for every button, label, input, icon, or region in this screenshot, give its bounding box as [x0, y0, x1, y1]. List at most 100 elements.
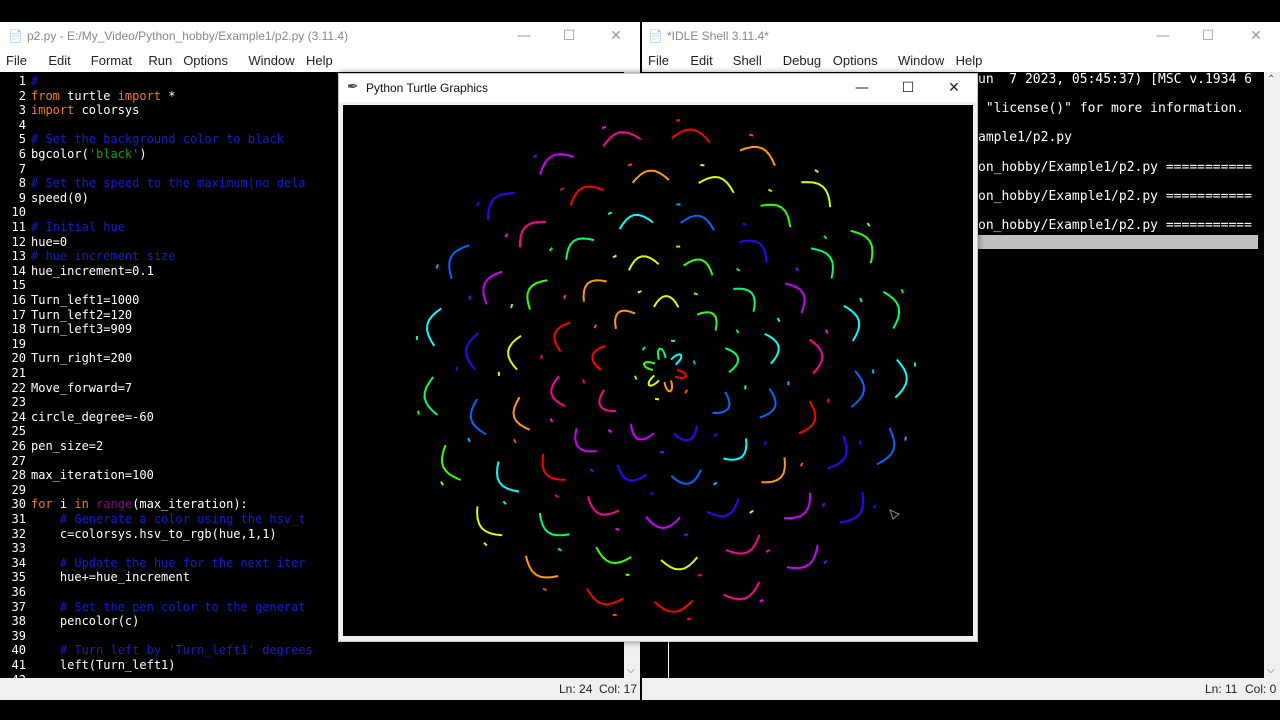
- menu-shell[interactable]: Shell: [733, 53, 762, 68]
- line-number: 3: [18, 103, 26, 118]
- line-number: 35: [11, 570, 26, 585]
- shell-line: "license()" for more information.: [978, 101, 1245, 116]
- spiral-stroke: [698, 175, 735, 194]
- spiral-stroke: [541, 453, 566, 481]
- close-icon[interactable]: ✕: [935, 74, 973, 102]
- code-token: i: [52, 497, 75, 512]
- spiral-dash: [637, 290, 642, 294]
- spiral-dash: [601, 125, 607, 129]
- menu-help[interactable]: Help: [306, 53, 333, 68]
- spiral-dash: [440, 481, 444, 486]
- scroll-down-icon[interactable]: ⌵: [627, 665, 635, 676]
- minimize-icon[interactable]: —: [505, 22, 543, 50]
- line-number: 28: [11, 468, 26, 483]
- maximize-icon[interactable]: ☐: [550, 22, 588, 50]
- menu-edit[interactable]: Edit: [48, 53, 70, 68]
- line-number: 39: [11, 628, 26, 643]
- spiral-stroke: [798, 400, 817, 435]
- menu-debug[interactable]: Debug: [783, 53, 821, 68]
- maximize-icon[interactable]: ☐: [889, 74, 927, 102]
- code-line: bgcolor('black'): [31, 147, 147, 162]
- menu-format[interactable]: Format: [91, 53, 132, 68]
- spiral-dash: [504, 233, 509, 238]
- spiral-stroke: [784, 492, 812, 520]
- spiral-dash: [467, 437, 471, 443]
- spiral-stroke: [656, 347, 667, 360]
- menu-window[interactable]: Window: [898, 53, 944, 68]
- code-token: colorsys: [74, 103, 140, 118]
- line-number: 20: [11, 351, 26, 366]
- spiral-stroke: [487, 192, 515, 221]
- code-line: hue+=hue_increment: [31, 570, 190, 585]
- line-number: 29: [11, 482, 26, 497]
- code-line: Turn_right=200: [31, 351, 132, 366]
- spiral-dash: [607, 428, 613, 434]
- menu-options[interactable]: Options: [833, 53, 878, 68]
- spiral-dash: [767, 188, 773, 193]
- line-number: 36: [11, 585, 26, 599]
- code-token: Turn_right=200: [31, 351, 133, 366]
- line-number: 31: [11, 512, 26, 526]
- menu-window[interactable]: Window: [248, 53, 294, 68]
- code-token: # Turn left by 'Turn_left1' degrees: [31, 643, 313, 658]
- menu-edit[interactable]: Edit: [690, 53, 712, 68]
- line-number: 8: [18, 176, 26, 191]
- spiral-stroke: [631, 169, 670, 184]
- line-number: 17: [11, 307, 26, 322]
- shell-scrollbar[interactable]: ⌃ ⌵: [1264, 72, 1280, 678]
- spiral-stroke: [653, 294, 680, 308]
- menu-file[interactable]: File: [648, 53, 669, 68]
- spiral-dash: [859, 297, 863, 303]
- menu-run[interactable]: Run: [148, 53, 172, 68]
- spiral-stroke: [882, 290, 901, 329]
- line-number-gutter: 1 2 3 4 5 6 7 8 9 10 11 12 13 14 15 16 17 18 19 20 21 22 23 24 2…: [0, 72, 28, 678]
- maximize-icon[interactable]: ☐: [1189, 22, 1227, 50]
- code-token: Move_forward=7: [31, 380, 133, 395]
- line-number: 12: [11, 234, 26, 249]
- spiral-dash: [735, 267, 741, 272]
- spiral-dash: [749, 509, 754, 514]
- spiral-dash: [549, 418, 554, 423]
- spiral-stroke: [550, 375, 566, 407]
- scroll-up-icon[interactable]: ⌃: [1267, 74, 1275, 85]
- line-number: 5: [18, 132, 26, 147]
- line-number: 4: [18, 117, 26, 132]
- line-number: 26: [11, 439, 26, 453]
- editor-titlebar[interactable]: 📄 p2.py - E:/My_Video/Python_hobby/Examp…: [0, 22, 640, 50]
- menu-file[interactable]: File: [6, 53, 27, 68]
- code-line: # Set the pen color to the generat: [31, 600, 306, 615]
- turtle-canvas[interactable]: [343, 105, 973, 636]
- menu-help[interactable]: Help: [956, 53, 983, 68]
- code-token: Turn_left3=909: [31, 322, 133, 337]
- code-token: for: [31, 497, 53, 512]
- turtle-titlebar[interactable]: ✒ Python Turtle Graphics — ☐ ✕: [339, 74, 977, 102]
- spiral-dash: [684, 389, 689, 394]
- code-token: hue_increment=0.1: [31, 263, 154, 278]
- shell-titlebar[interactable]: 📄 *IDLE Shell 3.11.4* — ☐ ✕: [642, 22, 1280, 50]
- menu-options[interactable]: Options: [183, 53, 228, 68]
- spiral-stroke: [670, 353, 683, 366]
- spiral-dash: [825, 329, 829, 334]
- code-line: # Generate a color using the hsv_t: [31, 512, 306, 527]
- code-line: # Set the background color to black: [31, 132, 284, 147]
- spiral-stroke: [647, 374, 660, 387]
- spiral-dash: [483, 542, 488, 547]
- spiral-stroke: [761, 457, 786, 484]
- minimize-icon[interactable]: —: [843, 74, 881, 102]
- spiral-stroke: [784, 282, 806, 314]
- code-line: pencolor(c): [31, 614, 139, 629]
- spiral-stroke: [645, 516, 681, 530]
- spiral-dash: [627, 163, 633, 167]
- minimize-icon[interactable]: —: [1144, 22, 1182, 50]
- code-line: pen_size=2: [31, 439, 103, 454]
- close-icon[interactable]: ✕: [1237, 22, 1275, 50]
- line-number: 18: [11, 322, 26, 337]
- scroll-down-icon[interactable]: ⌵: [1267, 665, 1275, 676]
- spiral-dash: [533, 154, 538, 159]
- spiral-stroke: [712, 391, 731, 415]
- spiral-dash: [548, 247, 554, 252]
- spiral-dash: [749, 133, 754, 137]
- code-line: # Set the speed to the maximum(no dela: [31, 176, 306, 191]
- code-line: from turtle import *: [31, 89, 176, 104]
- close-icon[interactable]: ✕: [597, 22, 635, 50]
